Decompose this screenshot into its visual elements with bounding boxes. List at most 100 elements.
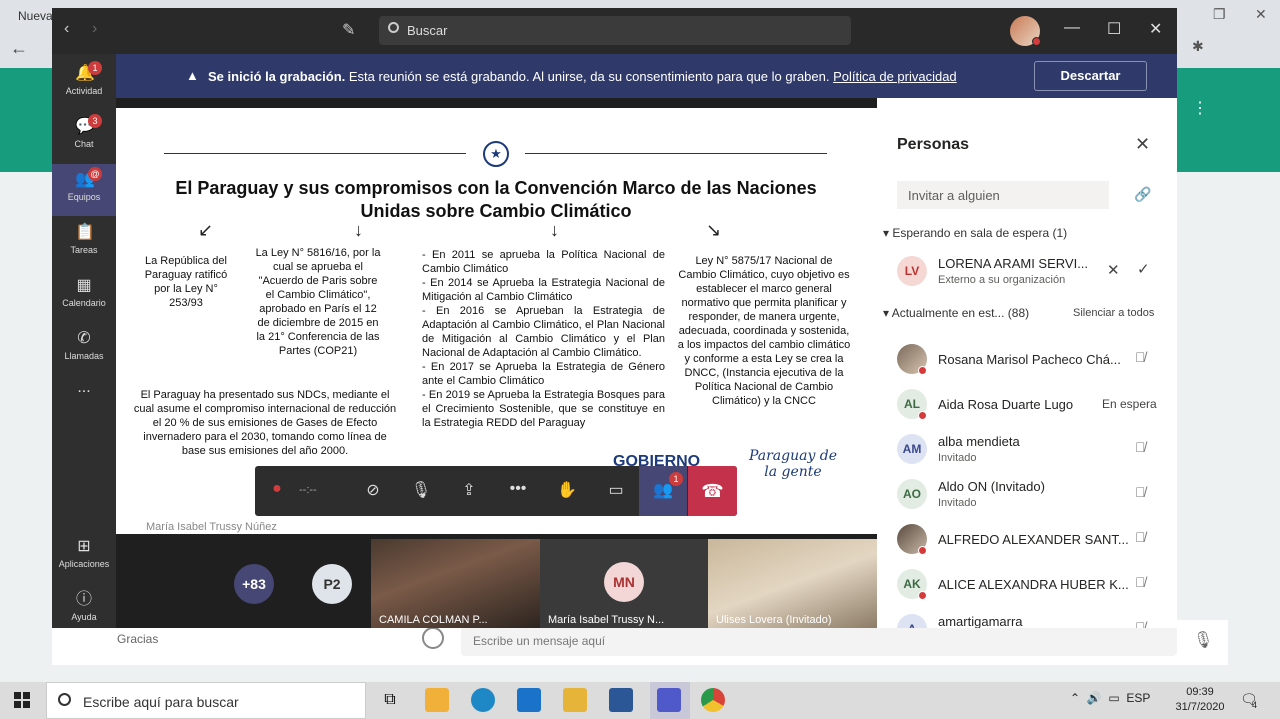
rail-label: Chat [74, 139, 94, 149]
person-row[interactable]: AM alba mendieta Invitado 🎙̸ [877, 428, 1177, 473]
clock[interactable]: 09:39 31/7/2020 [1170, 685, 1230, 715]
file-explorer-icon[interactable] [563, 688, 587, 712]
mic-off-icon[interactable]: 🎙 [409, 480, 433, 502]
status-dot [918, 546, 927, 555]
mic-off-icon[interactable]: 🎙̸ [1135, 529, 1146, 545]
current-section-header[interactable]: ▾ Actualmente en est... (88) [883, 306, 1029, 320]
rail-item-apps[interactable]: ⊞ Aplicaciones [52, 531, 116, 583]
mic-off-icon[interactable]: 🎙̸ [1135, 439, 1146, 455]
windows-start-icon[interactable] [14, 692, 30, 708]
rail-item-chat[interactable]: 💬 Chat 3 [52, 111, 116, 163]
edge-icon[interactable] [471, 688, 495, 712]
participant-avatar[interactable]: P2 [312, 564, 352, 604]
person-row[interactable]: Rosana Marisol Pacheco Chá... 🎙̸ [877, 338, 1177, 383]
privacy-policy-link[interactable]: Política de privacidad [833, 69, 957, 84]
mic-icon[interactable]: 🎙 [1193, 630, 1213, 650]
camera-off-icon[interactable]: ⊘ [361, 480, 385, 502]
person-name: Rosana Marisol Pacheco Chá... [938, 352, 1121, 367]
rail-item-tasks[interactable]: 📋 Tareas [52, 217, 116, 269]
status-dot [1032, 37, 1041, 46]
store-icon[interactable] [425, 688, 449, 712]
recording-banner: ▲ Se inició la grabación. Esta reunión s… [116, 54, 1177, 98]
language-indicator[interactable]: ESP [1126, 691, 1150, 705]
lobby-row[interactable]: LV LORENA ARAMI SERVI... Externo a su or… [877, 250, 1177, 295]
system-tray[interactable]: ⌃ 🔊 ▭ ESP [1070, 691, 1150, 705]
invite-input[interactable]: Invitar a alguien [897, 181, 1109, 209]
rail-label: Actividad [65, 86, 103, 96]
search-input[interactable]: Buscar [379, 16, 851, 45]
person-row[interactable]: AO Aldo ON (Invitado) Invitado 🎙̸ [877, 473, 1177, 518]
video-tile[interactable]: CAMILA COLMAN P... [371, 539, 540, 628]
slide-col-law-253: La República del Paraguay ratificó por l… [144, 255, 228, 309]
chrome-icon[interactable] [701, 688, 725, 712]
close-icon[interactable]: ✕ [1255, 6, 1267, 23]
mic-off-icon[interactable]: 🎙̸ [1135, 574, 1146, 590]
back-icon[interactable]: ‹ [64, 20, 69, 38]
arrow-icon: ↙ [198, 220, 214, 240]
rail-item-more[interactable]: ... [52, 379, 116, 431]
taskbar-search-input[interactable]: Escribe aquí para buscar [46, 682, 366, 719]
more-actions-icon[interactable]: ••• [506, 480, 530, 502]
mute-all-button[interactable]: Silenciar a todos [1073, 307, 1154, 319]
rail-item-calls[interactable]: ✆ Llamadas [52, 323, 116, 375]
restore-icon[interactable]: ❐ [1213, 6, 1226, 23]
rail-item-calendar[interactable]: ▦ Calendario [52, 270, 116, 322]
close-icon[interactable]: ✕ [1135, 134, 1150, 155]
rail-item-help[interactable]: ⓘ Ayuda [52, 584, 116, 628]
meeting-stage: ★ El Paraguay y sus compromisos con la C… [116, 98, 877, 628]
notification-count: 4 [1252, 700, 1258, 710]
mic-off-icon[interactable]: 🎙̸ [1135, 619, 1146, 628]
avatar: AO [897, 479, 927, 509]
tasks-icon: 📋 [75, 224, 95, 241]
video-tile[interactable]: MN María Isabel Trussy N... [540, 539, 708, 628]
avatar: LV [897, 256, 927, 286]
arrow-icon: ↓ [354, 220, 363, 240]
deny-icon[interactable]: ✕ [1107, 261, 1120, 279]
person-row[interactable]: A amartigamarra 🎙̸ [877, 608, 1177, 628]
dismiss-button[interactable]: Descartar [1034, 61, 1147, 91]
share-screen-icon[interactable]: ⇪ [457, 480, 481, 502]
apps-icon: ⊞ [77, 538, 91, 555]
person-row[interactable]: AL Aida Rosa Duarte Lugo En espera [877, 383, 1177, 428]
chat-icon[interactable]: ▭ [604, 480, 628, 502]
recording-notice-title: Se inició la grabación. [208, 69, 346, 84]
maximize-icon[interactable]: ☐ [1107, 19, 1121, 39]
person-row[interactable]: ALFREDO ALEXANDER SANT... 🎙̸ [877, 518, 1177, 563]
mail-icon[interactable] [517, 688, 541, 712]
browser-back-icon[interactable]: ← [10, 38, 30, 58]
raise-hand-icon[interactable]: ✋ [555, 480, 579, 502]
overflow-participants[interactable]: +83 [234, 564, 274, 604]
admit-icon[interactable]: ✓ [1137, 260, 1150, 278]
mic-off-icon[interactable]: 🎙̸ [1135, 484, 1146, 500]
task-view-icon[interactable]: ⧉ [378, 688, 402, 712]
extension-icon[interactable]: ✱ [1192, 38, 1204, 55]
divider [525, 153, 827, 154]
lobby-section-header[interactable]: ▾ Esperando en sala de espera (1) [883, 226, 1067, 240]
video-tile[interactable]: Ulises Lovera (Invitado) [708, 539, 877, 628]
mic-off-icon[interactable]: 🎙̸ [1135, 349, 1146, 365]
rail-item-teams[interactable]: 👥 Equipos @ [52, 164, 116, 216]
search-icon [58, 693, 71, 706]
forward-icon[interactable]: › [92, 20, 97, 38]
recording-notice-body: Esta reunión se está grabando. Al unirse… [345, 69, 834, 84]
link-icon[interactable]: 🔗 [1134, 186, 1151, 203]
divider [164, 153, 466, 154]
browser-tab[interactable]: Nueva [0, 0, 60, 30]
notification-badge: @ [88, 167, 102, 181]
person-subtitle: Invitado [938, 452, 977, 464]
panel-title: Personas [897, 136, 970, 153]
teams-app-icon[interactable] [657, 688, 681, 712]
more-options-icon[interactable]: ⋮ [1192, 98, 1208, 118]
close-icon[interactable]: ✕ [1149, 19, 1162, 39]
emoji-icon[interactable] [422, 627, 444, 649]
app-rail: 🔔 Actividad 1 💬 Chat 3 👥 Equipos @ 📋 Tar… [52, 54, 116, 628]
message-input[interactable]: Escribe un mensaje aquí [461, 626, 1177, 656]
person-row[interactable]: AK ALICE ALEXANDRA HUBER K... 🎙̸ [877, 563, 1177, 608]
hang-up-button[interactable]: ☎ [688, 466, 737, 516]
compose-icon[interactable]: ✎ [342, 20, 355, 40]
arrow-icon: ↓ [550, 220, 559, 240]
word-icon[interactable] [609, 688, 633, 712]
minimize-icon[interactable]: — [1064, 19, 1080, 37]
person-name: Aida Rosa Duarte Lugo [938, 397, 1074, 412]
rail-item-activity[interactable]: 🔔 Actividad 1 [52, 58, 116, 110]
